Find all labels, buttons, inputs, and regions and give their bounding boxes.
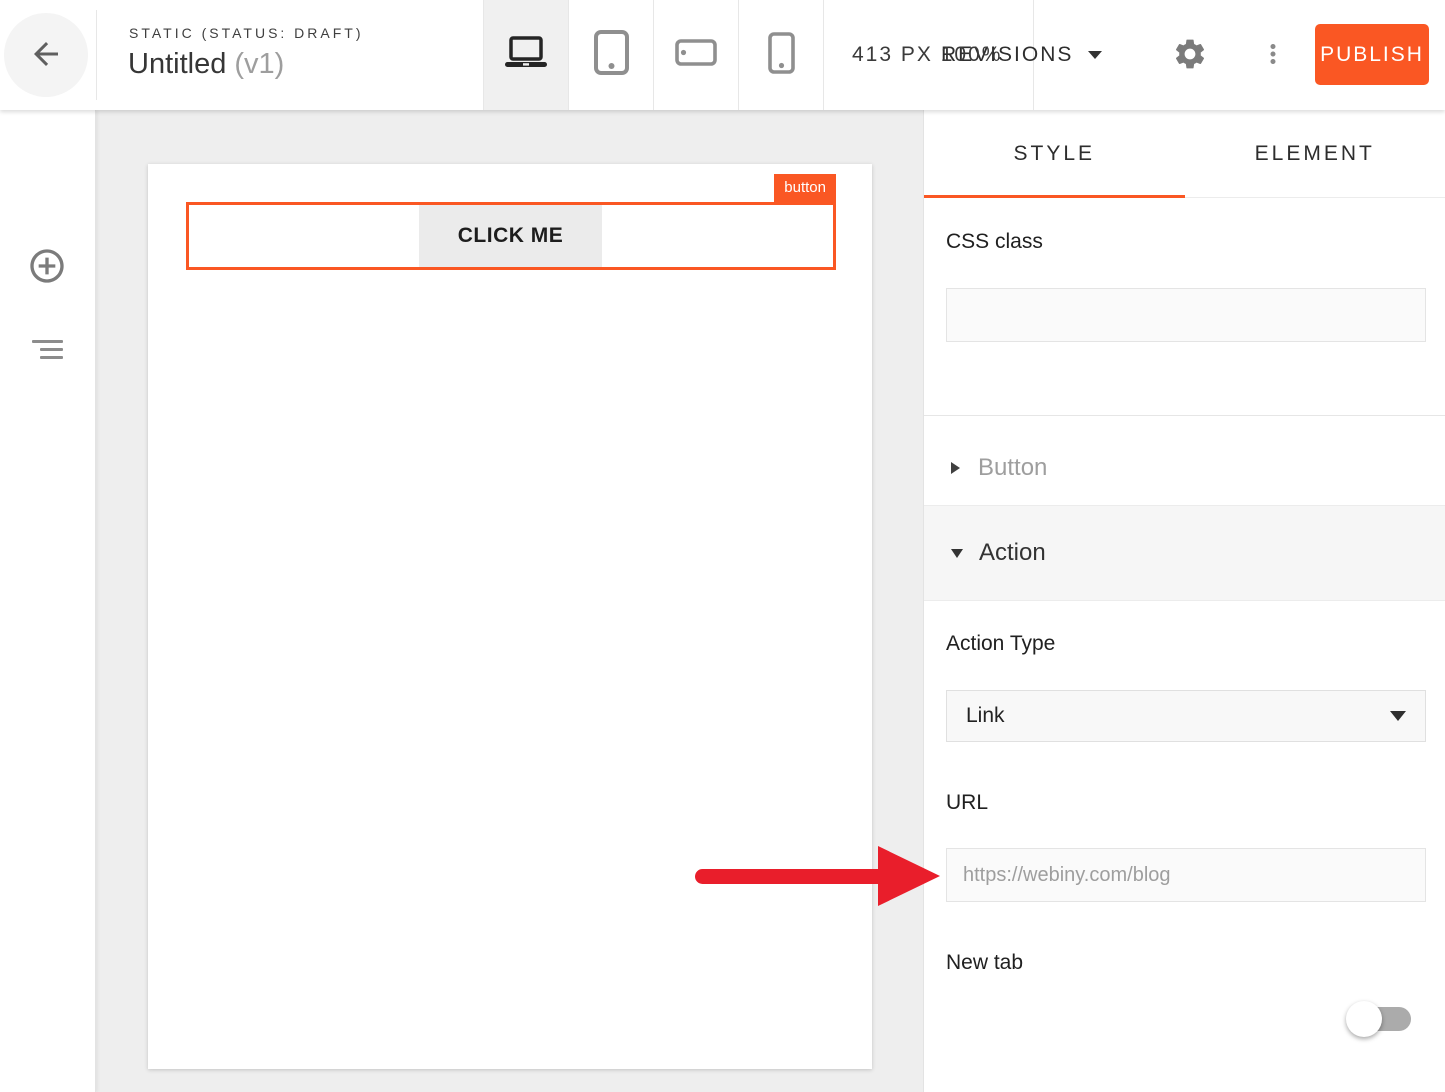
caret-right-icon: [951, 462, 960, 474]
action-type-value: Link: [966, 704, 1005, 728]
new-tab-toggle[interactable]: [1349, 1007, 1411, 1031]
device-tablet-button[interactable]: [569, 0, 654, 110]
section-divider: [924, 415, 1445, 416]
action-section-label: Action: [979, 539, 1046, 567]
tab-element[interactable]: ELEMENT: [1185, 110, 1445, 197]
element-navigator-button[interactable]: [32, 338, 64, 360]
toggle-thumb: [1346, 1001, 1382, 1037]
plus-circle-icon: [27, 274, 67, 289]
action-section-header[interactable]: Action: [924, 505, 1445, 601]
phone-portrait-icon: [768, 32, 795, 79]
page-canvas: button CLICK ME: [148, 164, 872, 1069]
page-status: STATIC (STATUS: DRAFT): [129, 25, 364, 41]
page-title: Untitled(v1): [128, 48, 284, 81]
editor-workspace: button CLICK ME: [96, 110, 923, 1092]
header-divider: [96, 10, 97, 100]
kebab-vertical-icon: [1258, 59, 1288, 74]
arrow-left-icon: [28, 36, 64, 75]
top-bar: STATIC (STATUS: DRAFT) Untitled(v1): [0, 0, 1445, 110]
action-type-select[interactable]: Link: [946, 690, 1426, 742]
phone-landscape-icon: [675, 39, 717, 71]
url-input[interactable]: [946, 848, 1426, 902]
gear-icon: [1172, 60, 1208, 75]
button-section-label: Button: [978, 454, 1047, 482]
url-label: URL: [946, 791, 988, 815]
active-tab-indicator: [924, 195, 1185, 198]
element-type-badge: button: [774, 174, 836, 202]
publish-button[interactable]: PUBLISH: [1315, 24, 1429, 85]
action-type-label: Action Type: [946, 632, 1055, 656]
left-toolbar: [0, 110, 96, 1092]
more-menu-button[interactable]: [1258, 37, 1288, 73]
button-section-header[interactable]: Button: [924, 430, 1445, 505]
panel-tabs: STYLE ELEMENT: [924, 110, 1445, 198]
selected-button-element[interactable]: button CLICK ME: [186, 202, 836, 270]
page-version: (v1): [234, 48, 284, 80]
settings-button[interactable]: [1171, 36, 1209, 74]
laptop-icon: [502, 35, 550, 76]
device-desktop-button[interactable]: [484, 0, 569, 110]
caret-down-icon: [951, 549, 963, 558]
caret-down-icon: [1390, 711, 1406, 721]
caret-down-icon: [1088, 51, 1102, 59]
page-builder: STATIC (STATUS: DRAFT) Untitled(v1): [0, 0, 1445, 1092]
css-class-input[interactable]: [946, 288, 1426, 342]
tab-style[interactable]: STYLE: [924, 110, 1185, 197]
page-title-text: Untitled: [128, 48, 226, 80]
css-class-label: CSS class: [946, 230, 1043, 254]
device-landscape-button[interactable]: [654, 0, 739, 110]
add-element-button[interactable]: [27, 246, 67, 286]
device-preview-bar: [483, 0, 824, 110]
new-tab-label: New tab: [946, 951, 1023, 975]
click-me-button[interactable]: CLICK ME: [419, 205, 602, 267]
tablet-portrait-icon: [594, 30, 629, 80]
viewport-size-indicator: 413 PX 100%: [852, 0, 1002, 110]
device-mobile-button[interactable]: [739, 0, 824, 110]
back-button[interactable]: [4, 13, 88, 97]
style-panel: STYLE ELEMENT CSS class Button Action Ac…: [923, 110, 1445, 1092]
